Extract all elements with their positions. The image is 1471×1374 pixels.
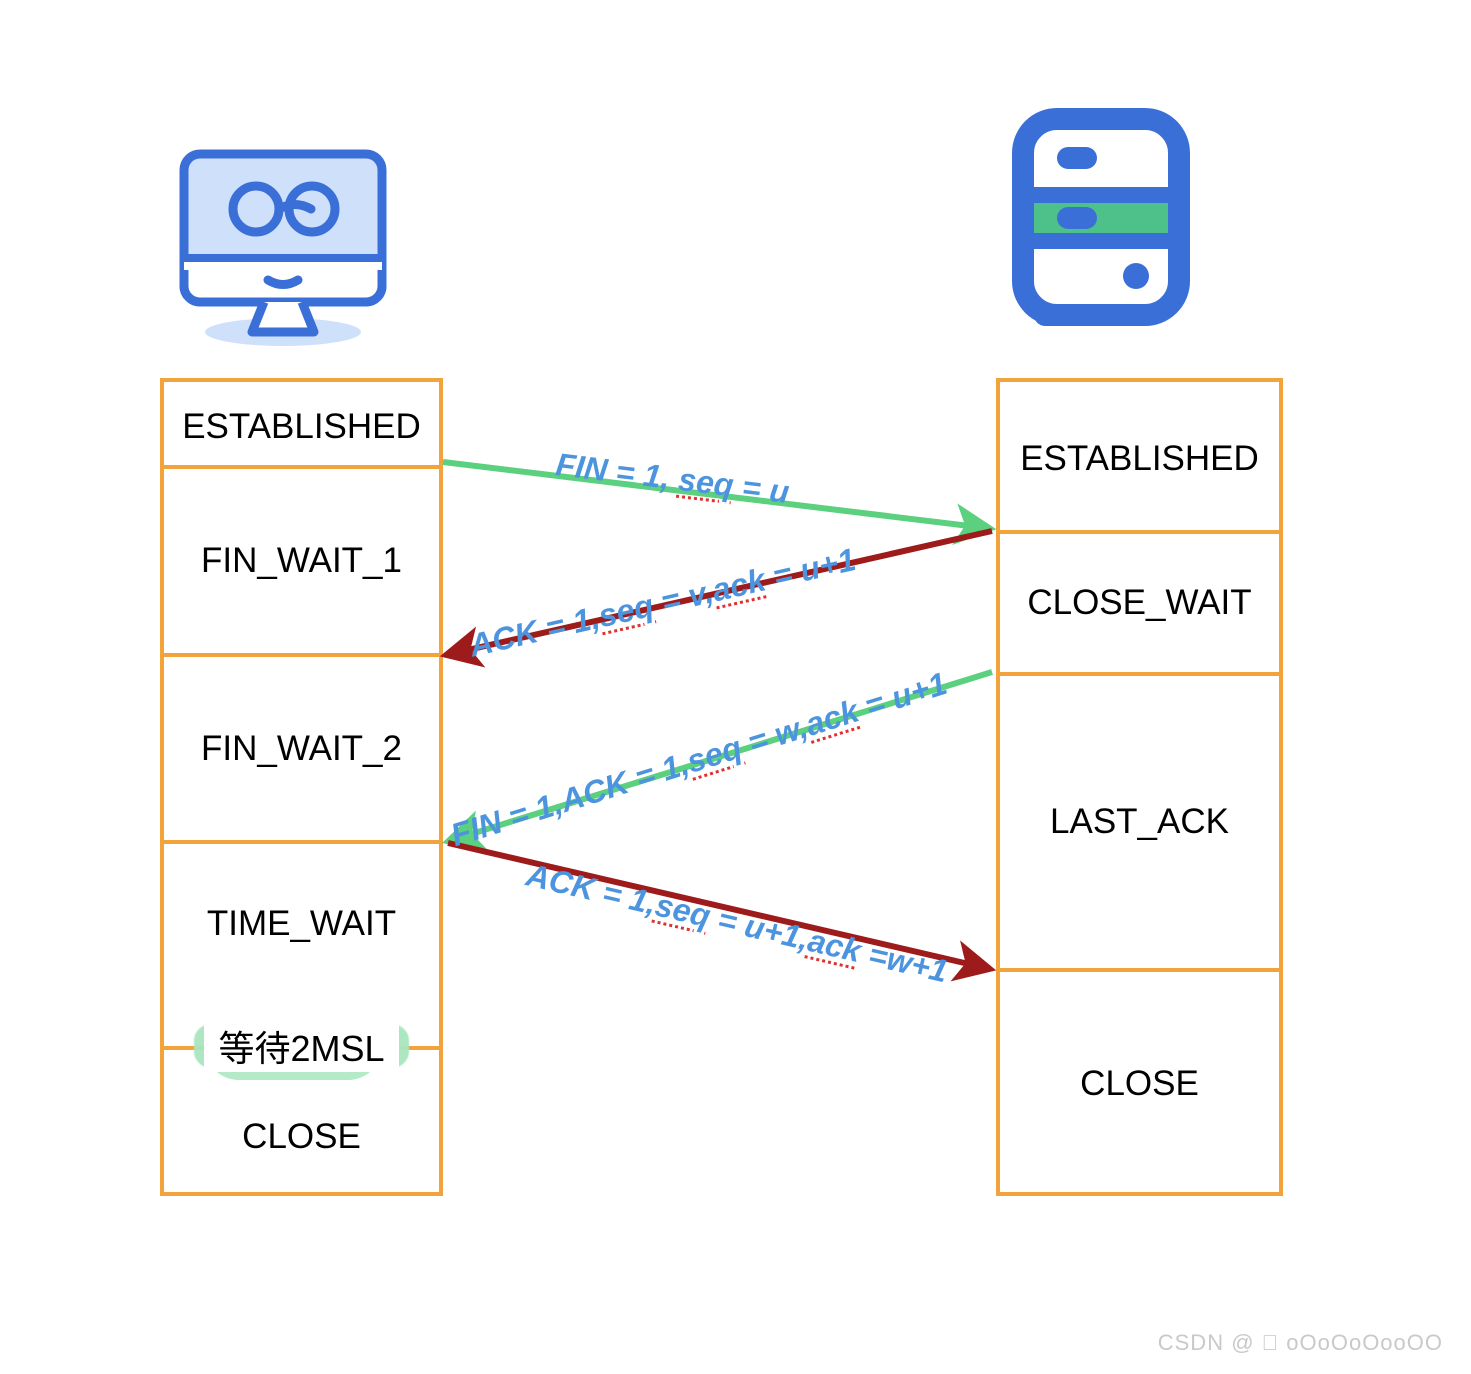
client-state-close: CLOSE xyxy=(164,1082,439,1192)
message-label-fin: FIN = 1, seq = u xyxy=(553,446,792,511)
message-label-ack-2: ACK = 1,seq = u+1,ack =w+1 xyxy=(523,856,952,990)
diagram-canvas: ESTABLISHED FIN_WAIT_1 FIN_WAIT_2 TIME_W… xyxy=(0,0,1471,1374)
client-state-label: ESTABLISHED xyxy=(176,405,427,457)
client-state-wait-2msl: 等待2MSL xyxy=(164,1020,439,1080)
server-state-last-ack: LAST_ACK xyxy=(1000,676,1279,968)
client-state-established: ESTABLISHED xyxy=(164,388,439,465)
server-state-label: LAST_ACK xyxy=(1040,800,1235,866)
server-divider-3 xyxy=(996,968,1283,972)
client-state-label: CLOSE xyxy=(232,1115,367,1181)
client-divider-3 xyxy=(160,840,443,844)
message-label-ack-1: ACK = 1,seq = v,ack = u+1 xyxy=(465,540,859,664)
server-state-close-wait: CLOSE_WAIT xyxy=(1000,534,1279,672)
server-state-established: ESTABLISHED xyxy=(1000,388,1279,530)
client-state-fin-wait-2: FIN_WAIT_2 xyxy=(164,657,439,840)
client-divider-1 xyxy=(160,465,443,469)
client-state-time-wait: TIME_WAIT xyxy=(164,844,439,1004)
client-monitor-icon xyxy=(168,140,398,355)
server-rack-icon xyxy=(1005,105,1205,335)
server-state-label: CLOSE_WAIT xyxy=(1017,581,1257,647)
client-lifeline-box: ESTABLISHED FIN_WAIT_1 FIN_WAIT_2 TIME_W… xyxy=(160,378,443,1196)
csdn-watermark: CSDN @ 􀀀 oOoOoOooOO xyxy=(1157,1330,1443,1355)
client-state-label: FIN_WAIT_2 xyxy=(191,727,408,793)
server-state-close: CLOSE xyxy=(1000,972,1279,1196)
server-divider-1 xyxy=(996,530,1283,534)
server-state-label: CLOSE xyxy=(1070,1062,1205,1128)
server-divider-2 xyxy=(996,672,1283,676)
client-state-fin-wait-1: FIN_WAIT_1 xyxy=(164,469,439,653)
message-label-fin-ack: FIN = 1,ACK = 1,seq = w,ack = u+1 xyxy=(446,665,952,854)
server-state-label: ESTABLISHED xyxy=(1014,437,1265,489)
client-state-label: 等待2MSL xyxy=(204,1020,399,1080)
client-state-label: FIN_WAIT_1 xyxy=(191,539,408,605)
client-state-label: TIME_WAIT xyxy=(196,902,402,968)
server-lifeline-box: ESTABLISHED CLOSE_WAIT LAST_ACK CLOSE xyxy=(996,378,1283,1196)
client-divider-2 xyxy=(160,653,443,657)
